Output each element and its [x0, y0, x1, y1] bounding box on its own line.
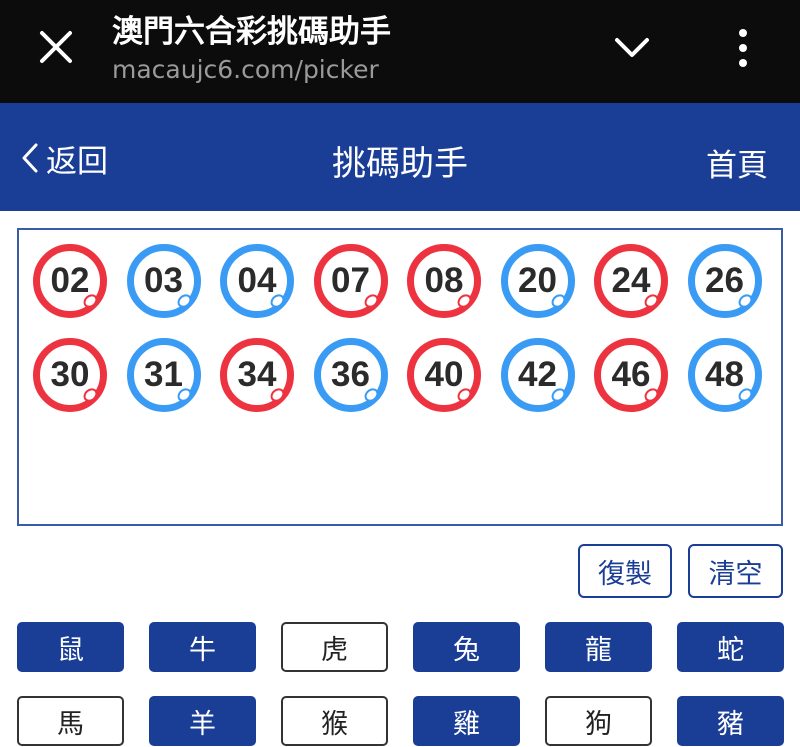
browser-toolbar: 澳門六合彩挑碼助手 macaujc6.com/picker [0, 0, 800, 103]
zodiac-button[interactable]: 鼠 [17, 622, 124, 672]
number-ball[interactable]: 24 [594, 244, 668, 318]
app-header: 返回 挑碼助手 首頁 [0, 103, 800, 211]
zodiac-button[interactable]: 馬 [17, 696, 124, 746]
selected-numbers-box: 02 03 04 07 08 20 24 26 30 31 34 36 40 42 46 48 [17, 228, 783, 526]
copy-button[interactable]: 復製 [578, 544, 672, 598]
zodiac-button[interactable]: 羊 [149, 696, 256, 746]
number-ball[interactable]: 46 [594, 338, 668, 412]
zodiac-button[interactable]: 龍 [545, 622, 652, 672]
number-balls: 02 03 04 07 08 20 24 26 30 31 34 36 40 42 46 48 [33, 244, 773, 412]
number-ball[interactable]: 08 [407, 244, 481, 318]
close-icon[interactable] [36, 27, 76, 67]
zodiac-button[interactable]: 雞 [413, 696, 520, 746]
number-ball[interactable]: 36 [313, 338, 388, 412]
zodiac-grid: 鼠牛虎兔龍蛇馬羊猴雞狗豬 [17, 622, 784, 746]
more-vert-icon[interactable] [728, 26, 758, 70]
zodiac-button[interactable]: 牛 [149, 622, 256, 672]
page-title: 挑碼助手 [332, 144, 468, 184]
number-ball[interactable]: 20 [500, 244, 575, 318]
number-ball[interactable]: 03 [126, 244, 201, 318]
number-ball[interactable]: 04 [220, 244, 294, 318]
chevron-down-icon[interactable] [612, 30, 652, 66]
number-ball[interactable]: 31 [126, 338, 201, 412]
zodiac-button[interactable]: 猴 [281, 696, 388, 746]
zodiac-button[interactable]: 蛇 [677, 622, 784, 672]
number-ball[interactable]: 34 [220, 338, 294, 412]
zodiac-button[interactable]: 狗 [545, 696, 652, 746]
zodiac-button[interactable]: 豬 [677, 696, 784, 746]
browser-page-title: 澳門六合彩挑碼助手 [112, 14, 391, 50]
number-ball[interactable]: 40 [407, 338, 481, 412]
home-button[interactable]: 首頁 [706, 140, 768, 185]
number-ball[interactable]: 26 [687, 244, 762, 318]
zodiac-button[interactable]: 虎 [281, 622, 388, 672]
number-ball[interactable]: 30 [33, 338, 107, 412]
number-ball[interactable]: 48 [687, 338, 762, 412]
browser-url[interactable]: macaujc6.com/picker [112, 55, 379, 84]
zodiac-button[interactable]: 兔 [413, 622, 520, 672]
clear-button[interactable]: 清空 [688, 544, 783, 598]
number-ball[interactable]: 07 [313, 244, 388, 318]
number-ball[interactable]: 02 [33, 244, 107, 318]
number-ball[interactable]: 42 [500, 338, 575, 412]
